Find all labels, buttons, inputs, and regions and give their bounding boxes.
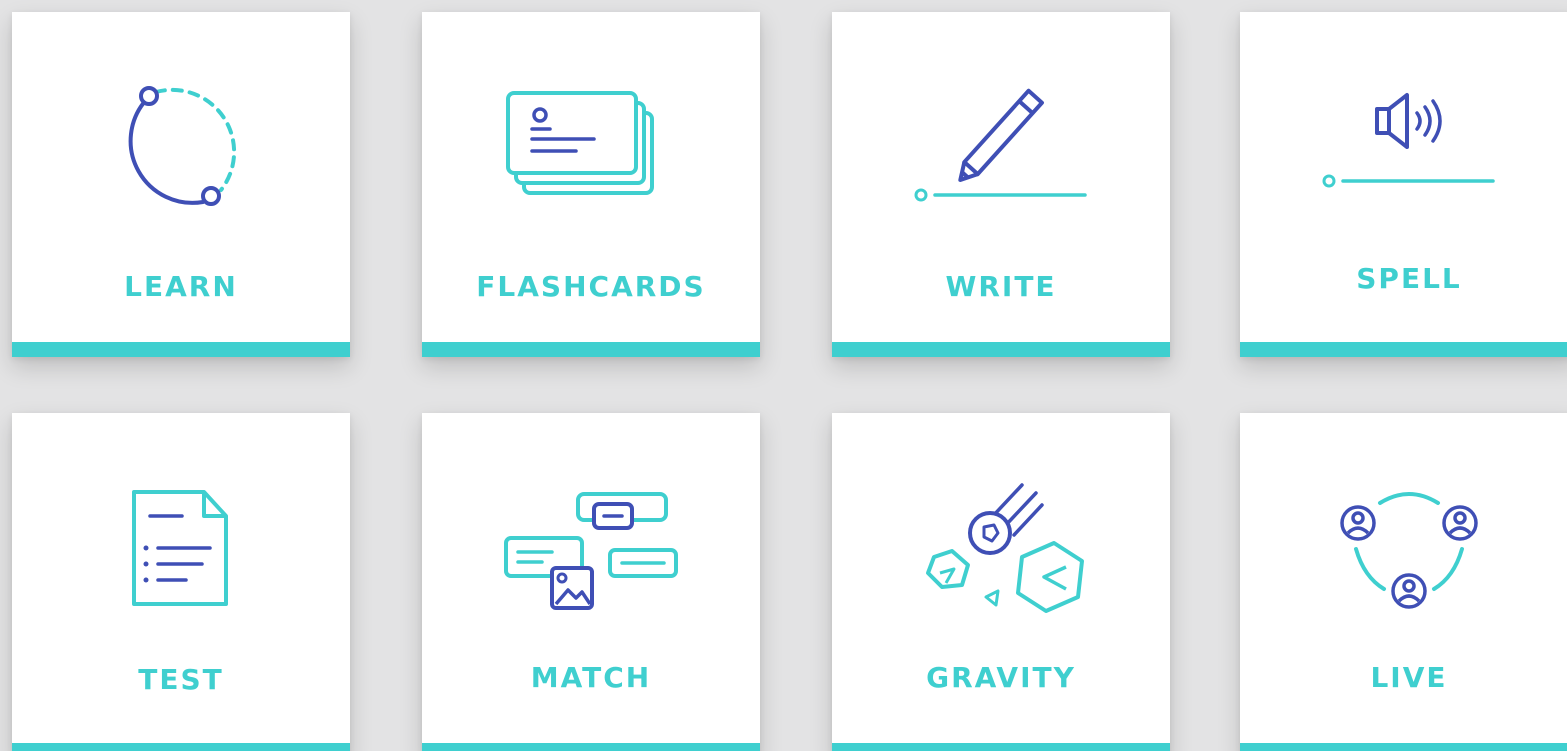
mode-label: TEST — [138, 663, 224, 696]
mode-label: WRITE — [945, 270, 1057, 303]
match-icon — [422, 468, 760, 628]
mode-tile-match[interactable]: MATCH — [422, 413, 760, 751]
spell-icon — [1240, 72, 1567, 232]
mode-label: LEARN — [124, 270, 238, 303]
study-modes-grid: LEARN FLASHCARDS WRITE SPELL TEST MATCH … — [0, 0, 1567, 751]
mode-tile-gravity[interactable]: GRAVITY — [832, 413, 1170, 751]
mode-tile-learn[interactable]: LEARN — [12, 12, 350, 357]
mode-label: GRAVITY — [926, 661, 1076, 694]
mode-tile-live[interactable]: LIVE — [1240, 413, 1567, 751]
flashcards-icon — [422, 72, 760, 232]
mode-tile-test[interactable]: TEST — [12, 413, 350, 751]
mode-tile-spell[interactable]: SPELL — [1240, 12, 1567, 357]
gravity-icon — [832, 468, 1170, 628]
mode-tile-write[interactable]: WRITE — [832, 12, 1170, 357]
live-icon — [1240, 468, 1567, 628]
mode-tile-flashcards[interactable]: FLASHCARDS — [422, 12, 760, 357]
mode-label: LIVE — [1370, 661, 1448, 694]
mode-label: SPELL — [1356, 262, 1462, 295]
test-icon — [12, 468, 350, 628]
write-icon — [832, 72, 1170, 232]
mode-label: FLASHCARDS — [476, 270, 706, 303]
mode-label: MATCH — [530, 661, 652, 694]
learn-icon — [12, 72, 350, 232]
